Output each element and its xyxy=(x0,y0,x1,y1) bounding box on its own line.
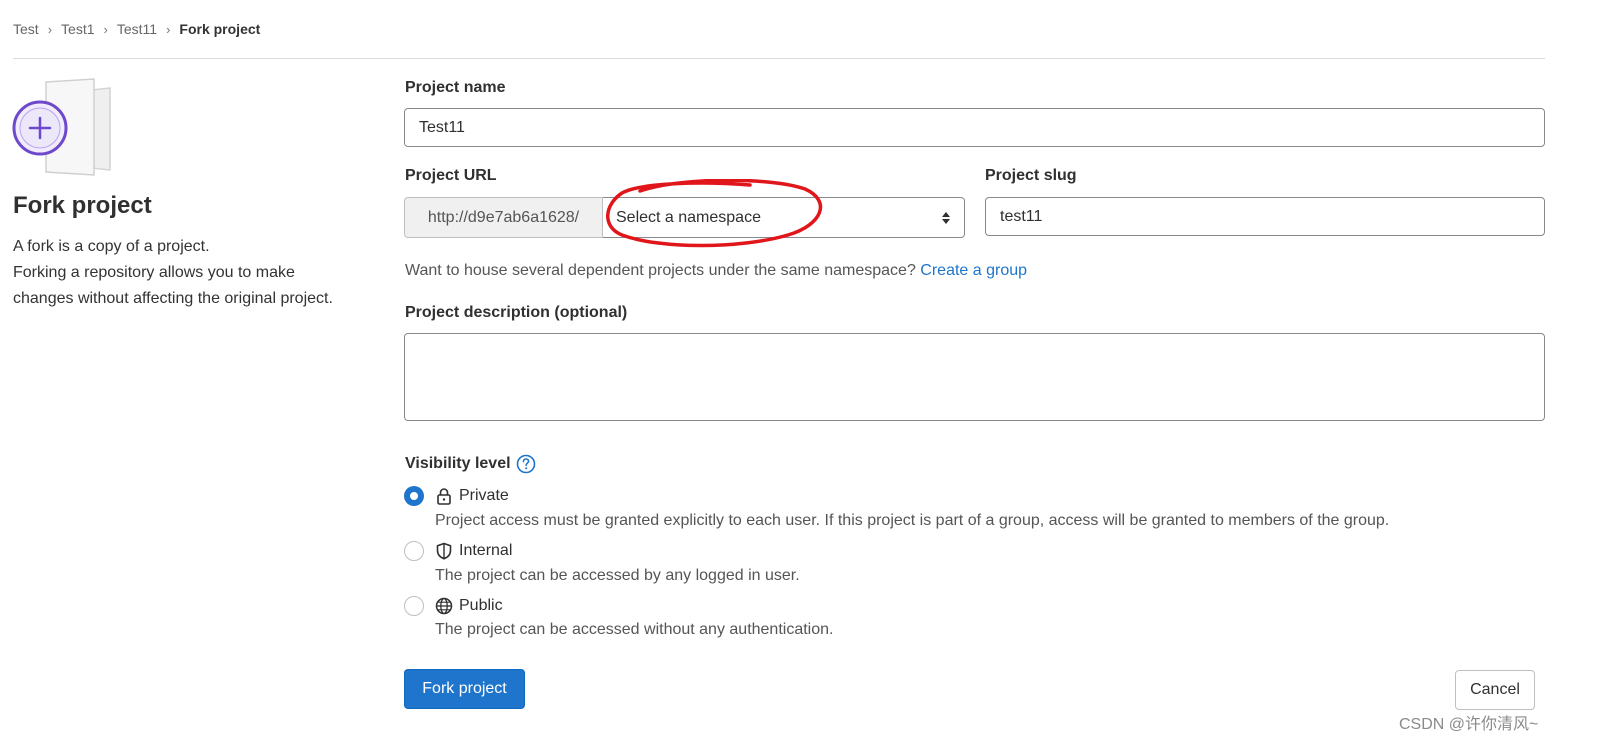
visibility-option-private[interactable]: Private xyxy=(404,486,509,506)
chevron-right-icon: › xyxy=(166,21,171,37)
visibility-name-internal: Internal xyxy=(459,542,513,559)
visibility-option-internal[interactable]: Internal xyxy=(404,541,512,561)
breadcrumb-item-test1[interactable]: Test1 xyxy=(61,21,94,37)
lock-icon xyxy=(437,488,451,505)
project-name-input[interactable] xyxy=(404,108,1545,147)
chevron-right-icon: › xyxy=(47,21,53,37)
radio-private[interactable] xyxy=(404,486,424,506)
breadcrumb: Test › Test1 › Test11 › Fork project xyxy=(13,19,260,39)
description-line: changes without affecting the original p… xyxy=(13,290,333,307)
project-slug-input[interactable] xyxy=(985,197,1545,236)
project-url-label: Project URL xyxy=(405,167,497,184)
radio-internal[interactable] xyxy=(404,541,424,561)
page-description: A fork is a copy of a project. Forking a… xyxy=(13,234,373,312)
header-divider xyxy=(13,58,1545,59)
project-url-prefix: http://d9e7ab6a1628/ xyxy=(404,197,603,238)
cancel-button[interactable]: Cancel xyxy=(1455,670,1535,710)
globe-icon xyxy=(435,597,453,615)
breadcrumb-current: Fork project xyxy=(179,21,261,37)
visibility-level-label: Visibility level xyxy=(405,454,536,474)
visibility-name-private: Private xyxy=(459,487,509,504)
watermark: CSDN @许你清风~ xyxy=(1399,716,1539,733)
radio-public[interactable] xyxy=(404,596,424,616)
project-slug-label: Project slug xyxy=(985,167,1077,184)
project-url-group: http://d9e7ab6a1628/ Select a namespace xyxy=(404,197,965,238)
create-group-link[interactable]: Create a group xyxy=(920,262,1027,279)
description-line: A fork is a copy of a project. xyxy=(13,238,210,255)
project-description-textarea[interactable] xyxy=(404,333,1545,421)
namespace-select-placeholder: Select a namespace xyxy=(616,208,761,226)
visibility-level-text: Visibility level xyxy=(405,455,511,472)
namespace-select[interactable]: Select a namespace xyxy=(603,197,965,238)
breadcrumb-item-test11[interactable]: Test11 xyxy=(117,21,157,37)
namespace-helper: Want to house several dependent projects… xyxy=(405,262,1027,280)
chevron-right-icon: › xyxy=(103,21,108,37)
description-line: Forking a repository allows you to make xyxy=(13,264,295,281)
question-circle-icon[interactable] xyxy=(516,454,536,474)
visibility-desc-internal: The project can be accessed by any logge… xyxy=(435,567,800,584)
project-description-label: Project description (optional) xyxy=(405,304,628,321)
fork-illustration-icon xyxy=(12,78,111,176)
visibility-desc-public: The project can be accessed without any … xyxy=(435,621,834,638)
visibility-desc-private: Project access must be granted explicitl… xyxy=(435,512,1390,529)
shield-icon xyxy=(436,542,452,560)
visibility-name-public: Public xyxy=(459,597,503,614)
breadcrumb-item-test[interactable]: Test xyxy=(13,21,39,37)
page-title: Fork project xyxy=(13,192,152,219)
namespace-helper-text: Want to house several dependent projects… xyxy=(405,262,916,279)
project-name-label: Project name xyxy=(405,79,506,96)
fork-project-button[interactable]: Fork project xyxy=(404,669,525,709)
visibility-option-public[interactable]: Public xyxy=(404,596,503,616)
sort-caret-icon xyxy=(942,212,950,224)
